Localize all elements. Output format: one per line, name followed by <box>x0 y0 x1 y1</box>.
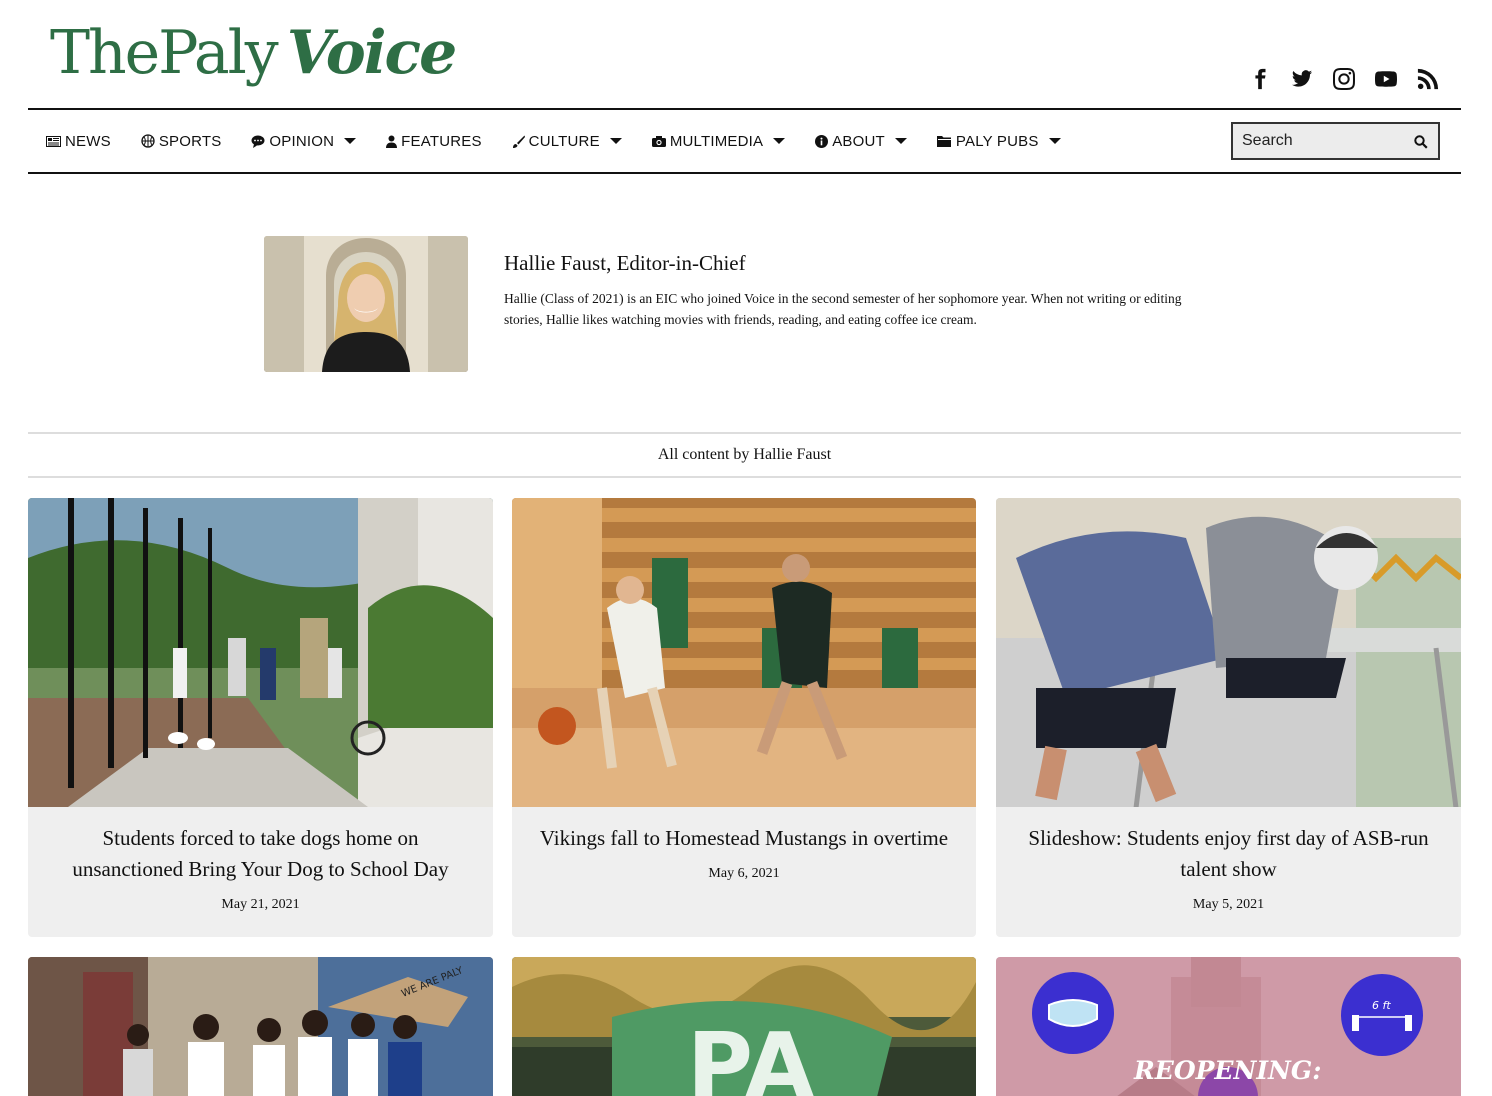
nav-item-culture[interactable]: CULTURE <box>512 133 622 150</box>
social-links <box>1248 66 1440 92</box>
nav-label-culture: CULTURE <box>528 132 600 150</box>
article-image-reopening[interactable]: 6 ft REOPENING: <box>996 957 1461 1096</box>
user-icon <box>386 135 398 148</box>
nav-label-opinion: OPINION <box>269 132 335 150</box>
nav-item-paly-pubs[interactable]: PALY PUBS <box>936 132 1061 150</box>
article-image-flag[interactable]: PA <box>512 957 976 1096</box>
camera-icon <box>651 135 666 147</box>
article-image-dogs[interactable] <box>28 498 493 807</box>
article-card[interactable]: Vikings fall to Homestead Mustangs in ov… <box>512 498 976 937</box>
instagram-icon[interactable] <box>1332 66 1356 92</box>
search-icon[interactable] <box>1414 135 1428 149</box>
nav-label-paly-pubs: PALY PUBS <box>955 132 1039 150</box>
article-image-basketball[interactable] <box>512 498 976 807</box>
facebook-icon[interactable] <box>1248 66 1272 92</box>
nav-item-about[interactable]: ABOUT <box>815 133 907 150</box>
flag-text: PA <box>687 1014 815 1096</box>
content-heading: All content by Hallie Faust <box>657 446 832 463</box>
comment-icon <box>251 135 265 148</box>
author-photo <box>264 236 468 372</box>
chevron-down-icon <box>344 138 357 144</box>
article-card[interactable]: Slideshow: Students enjoy first day of A… <box>996 498 1461 937</box>
article-date: May 6, 2021 <box>708 866 780 881</box>
nav-item-multimedia[interactable]: MULTIMEDIA <box>651 132 786 150</box>
chevron-down-icon <box>773 138 786 144</box>
article-date: May 5, 2021 <box>1192 897 1265 912</box>
basketball-icon <box>141 134 155 148</box>
author-name-title: Hallie Faust, Editor-in-Chief <box>504 251 746 275</box>
nav-label-sports: SPORTS <box>158 132 222 150</box>
brush-icon <box>512 135 525 148</box>
nav-item-news[interactable]: NEWS <box>46 133 111 150</box>
nav-label-multimedia: MULTIMEDIA <box>669 132 764 150</box>
youtube-icon[interactable] <box>1374 66 1398 92</box>
newspaper-icon <box>46 135 61 147</box>
logo-text-thepaly: ThePaly <box>50 18 279 88</box>
reopening-text: REOPENING: <box>1133 1056 1321 1085</box>
rss-icon[interactable] <box>1416 66 1440 92</box>
article-image-dancers[interactable]: WE ARE PALY <box>28 957 493 1096</box>
article-date: May 21, 2021 <box>221 897 300 912</box>
article-title[interactable]: Vikings fall to Homestead Mustangs in ov… <box>512 823 976 854</box>
article-card[interactable]: 6 ft REOPENING: <box>996 957 1461 1096</box>
twitter-icon[interactable] <box>1290 66 1314 92</box>
author-bio: Hallie (Class of 2021) is an EIC who joi… <box>504 291 1182 327</box>
nav-label-features: FEATURES <box>401 132 482 150</box>
distance-text: 6 ft <box>1372 999 1391 1012</box>
folder-icon <box>936 135 952 147</box>
article-image-talent-show[interactable] <box>996 498 1461 807</box>
site-logo[interactable]: ThePaly Voice <box>50 18 458 88</box>
search-box <box>1231 122 1440 160</box>
article-title[interactable]: Students forced to take dogs home on uns… <box>28 823 493 885</box>
info-icon <box>815 134 829 148</box>
search-input[interactable] <box>1233 132 1403 150</box>
logo-text-voice: Voice <box>286 18 458 88</box>
nav-item-sports[interactable]: SPORTS <box>141 133 222 150</box>
main-nav: NEWS SPORTS OPINION FEATURES CULTURE MUL… <box>28 108 1461 174</box>
chevron-down-icon <box>609 138 622 144</box>
article-card[interactable]: WE ARE PALY <box>28 957 493 1096</box>
article-title[interactable]: Slideshow: Students enjoy first day of A… <box>996 823 1461 885</box>
nav-item-features[interactable]: FEATURES <box>386 133 482 150</box>
content-heading-band: All content by Hallie Faust <box>28 432 1461 478</box>
article-card[interactable]: PA <box>512 957 976 1096</box>
nav-item-opinion[interactable]: OPINION <box>251 132 357 150</box>
article-card[interactable]: Students forced to take dogs home on uns… <box>28 498 493 937</box>
chevron-down-icon <box>1048 138 1061 144</box>
nav-label-news: NEWS <box>65 132 111 150</box>
nav-list: NEWS SPORTS OPINION FEATURES CULTURE MUL… <box>46 110 1091 172</box>
nav-label-about: ABOUT <box>832 132 885 150</box>
chevron-down-icon <box>894 138 907 144</box>
